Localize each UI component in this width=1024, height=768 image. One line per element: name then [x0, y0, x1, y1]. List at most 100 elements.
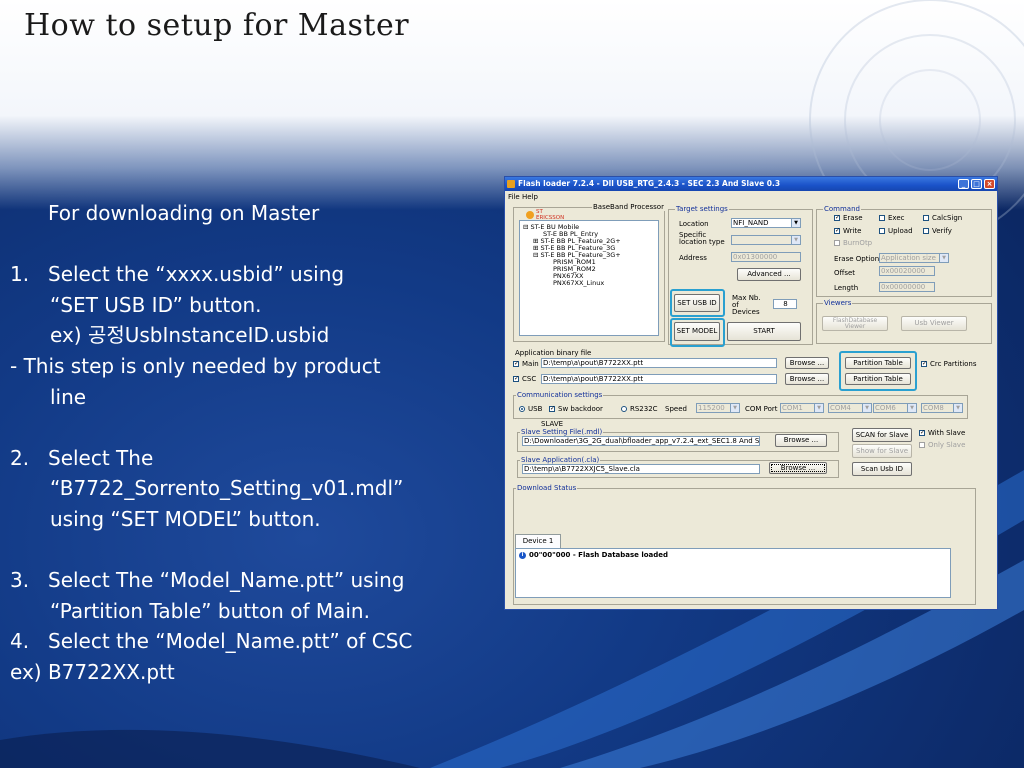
exec-label: Exec [888, 214, 905, 222]
with-slave-checkbox[interactable]: ✓ [919, 430, 925, 436]
scan-usb-id-button[interactable]: Scan Usb ID [852, 462, 912, 476]
com-port-select-3[interactable]: COM6 ▼ [873, 403, 917, 413]
chevron-down-icon: ▼ [939, 254, 948, 262]
usb-radio[interactable] [519, 406, 525, 412]
close-icon[interactable]: × [984, 179, 995, 189]
body-line-item: 3. Select The “Model_Name.ptt” using [10, 565, 490, 596]
address-field[interactable]: 0x01300000 [731, 252, 801, 262]
sw-backdoor-checkbox[interactable]: ✓ [549, 406, 555, 412]
offset-field[interactable]: 0x00020000 [879, 266, 935, 276]
slave-setting-path-field[interactable]: D:\Downloader\3G_2G_dual\bfloader_app_v7… [522, 436, 760, 446]
max-devices-field[interactable]: 8 [773, 299, 797, 309]
menu-file[interactable]: File [508, 193, 520, 201]
location-select[interactable]: NFI_NAND ▼ [731, 218, 801, 228]
main-browse-button[interactable]: Browse ... [785, 357, 829, 369]
minimize-icon[interactable]: _ [958, 179, 969, 189]
specific-location-select[interactable]: ▼ [731, 235, 801, 245]
address-label: Address [679, 254, 707, 262]
com-port-select-2[interactable]: COM4 ▼ [828, 403, 872, 413]
maximize-icon[interactable]: □ [971, 179, 982, 189]
list-item-text: Select the “Model_Name.ptt” of CSC [48, 629, 413, 654]
scan-for-slave-button[interactable]: SCAN for Slave [852, 428, 912, 442]
tree-node[interactable]: PNX67XX_Linux [553, 279, 604, 287]
chevron-down-icon: ▼ [730, 404, 739, 412]
baseband-label: BaseBand Processor [592, 203, 665, 211]
com-port-label: COM Port [745, 405, 778, 413]
csc-checkbox[interactable]: ✓ [513, 376, 519, 382]
viewers-caption: Viewers [823, 299, 853, 307]
body-line-blank [10, 535, 490, 566]
window-title: Flash loader 7.2.4 - Dll USB_RTG_2.4.3 -… [518, 179, 781, 188]
burnotp-label: BurnOtp [843, 239, 873, 247]
write-checkbox[interactable]: ✓ [834, 228, 840, 234]
exec-checkbox[interactable] [879, 215, 885, 221]
body-line-blank [10, 412, 490, 443]
specific-location-label: Specific location type [679, 231, 725, 246]
verify-label: Verify [932, 227, 952, 235]
baseband-tree[interactable]: ⊟ ST-E BU Mobile ST-E BB PL_Entry ⊞ ST-E… [519, 220, 659, 336]
slave-setting-browse-button[interactable]: Browse ... [775, 434, 827, 447]
menu-bar: File Help [505, 192, 997, 202]
speed-select[interactable]: 115200 ▼ [696, 403, 740, 413]
advanced-button[interactable]: Advanced ... [737, 268, 801, 281]
download-status-caption: Download Status [516, 484, 578, 492]
body-line-cont: line [50, 384, 87, 409]
flash-loader-window: Flash loader 7.2.4 - Dll USB_RTG_2.4.3 -… [504, 176, 998, 610]
crc-partitions-label: Crc Partitions [930, 360, 977, 368]
list-number: 4. [10, 629, 30, 654]
calcsign-label: CalcSign [932, 214, 963, 222]
verify-checkbox[interactable] [923, 228, 929, 234]
offset-label: Offset [834, 269, 856, 277]
burnotp-checkbox[interactable] [834, 240, 840, 246]
target-settings-caption: Target settings [675, 205, 729, 213]
body-line-item: 1. Select the “xxxx.usbid” using [10, 259, 490, 290]
tab-device-1[interactable]: Device 1 [515, 534, 561, 548]
app-icon [507, 180, 515, 188]
body-line-cont: “B7722_Sorrento_Setting_v01.mdl” [50, 476, 404, 501]
max-devices-label: Max Nb. of Devices [732, 294, 761, 316]
length-label: Length [834, 284, 859, 292]
main-checkbox[interactable]: ✓ [513, 361, 519, 367]
menu-help[interactable]: Help [522, 193, 538, 201]
erase-checkbox[interactable]: ✓ [834, 215, 840, 221]
chevron-down-icon: ▼ [814, 404, 823, 412]
write-label: Write [843, 227, 862, 235]
chevron-down-icon: ▼ [907, 404, 916, 412]
chevron-down-icon: ▼ [791, 219, 800, 227]
upload-checkbox[interactable] [879, 228, 885, 234]
partition-table-highlight [839, 351, 917, 391]
usb-label: USB [528, 405, 543, 413]
list-number: 3. [10, 568, 30, 593]
slide-body-text: For downloading on Master 1. Select the “… [10, 198, 490, 688]
window-titlebar[interactable]: Flash loader 7.2.4 - Dll USB_RTG_2.4.3 -… [505, 177, 997, 191]
erase-option-select[interactable]: Application size ▼ [879, 253, 949, 263]
download-log: i 00"00"000 - Flash Database loaded [515, 548, 951, 598]
body-line-item: 2. Select The [10, 443, 490, 474]
slave-application-path-field[interactable]: D:\temp\a\B7722XXJC5_Slave.cla [522, 464, 760, 474]
main-path-field[interactable]: D:\temp\a\pout\B7722XX.ptt [541, 358, 777, 368]
com-port-select-1[interactable]: COM1 ▼ [780, 403, 824, 413]
crc-partitions-checkbox[interactable]: ✓ [921, 361, 927, 367]
csc-browse-button[interactable]: Browse ... [785, 373, 829, 385]
csc-path-field[interactable]: D:\temp\a\pout\B7722XX.ptt [541, 374, 777, 384]
body-line-item: 4. Select the “Model_Name.ptt” of CSC [10, 626, 490, 657]
list-item-text: Select the “xxxx.usbid” using [48, 262, 345, 287]
chevron-down-icon: ▼ [791, 236, 800, 244]
chevron-down-icon: ▼ [953, 404, 962, 412]
show-for-slave-button[interactable]: Show for Slave [852, 444, 912, 458]
list-number: 1. [10, 262, 30, 287]
calcsign-checkbox[interactable] [923, 215, 929, 221]
chevron-down-icon: ▼ [862, 404, 871, 412]
set-usb-id-highlight [670, 289, 725, 317]
com-port-select-4[interactable]: COM8 ▼ [921, 403, 963, 413]
list-item-text: Select The “Model_Name.ptt” using [48, 568, 405, 593]
rs232-radio[interactable] [621, 406, 627, 412]
slave-application-caption: Slave Application(.cla) [520, 456, 601, 464]
rs232-label: RS232C [630, 405, 658, 413]
slave-application-browse-button[interactable]: Browse ... [769, 462, 827, 474]
only-slave-checkbox[interactable] [919, 442, 925, 448]
length-field[interactable]: 0x00000000 [879, 282, 935, 292]
usb-viewer-button[interactable]: Usb Viewer [901, 316, 967, 331]
flash-database-viewer-button[interactable]: FlashDatabase Viewer [822, 316, 888, 331]
start-button[interactable]: START [727, 322, 801, 341]
